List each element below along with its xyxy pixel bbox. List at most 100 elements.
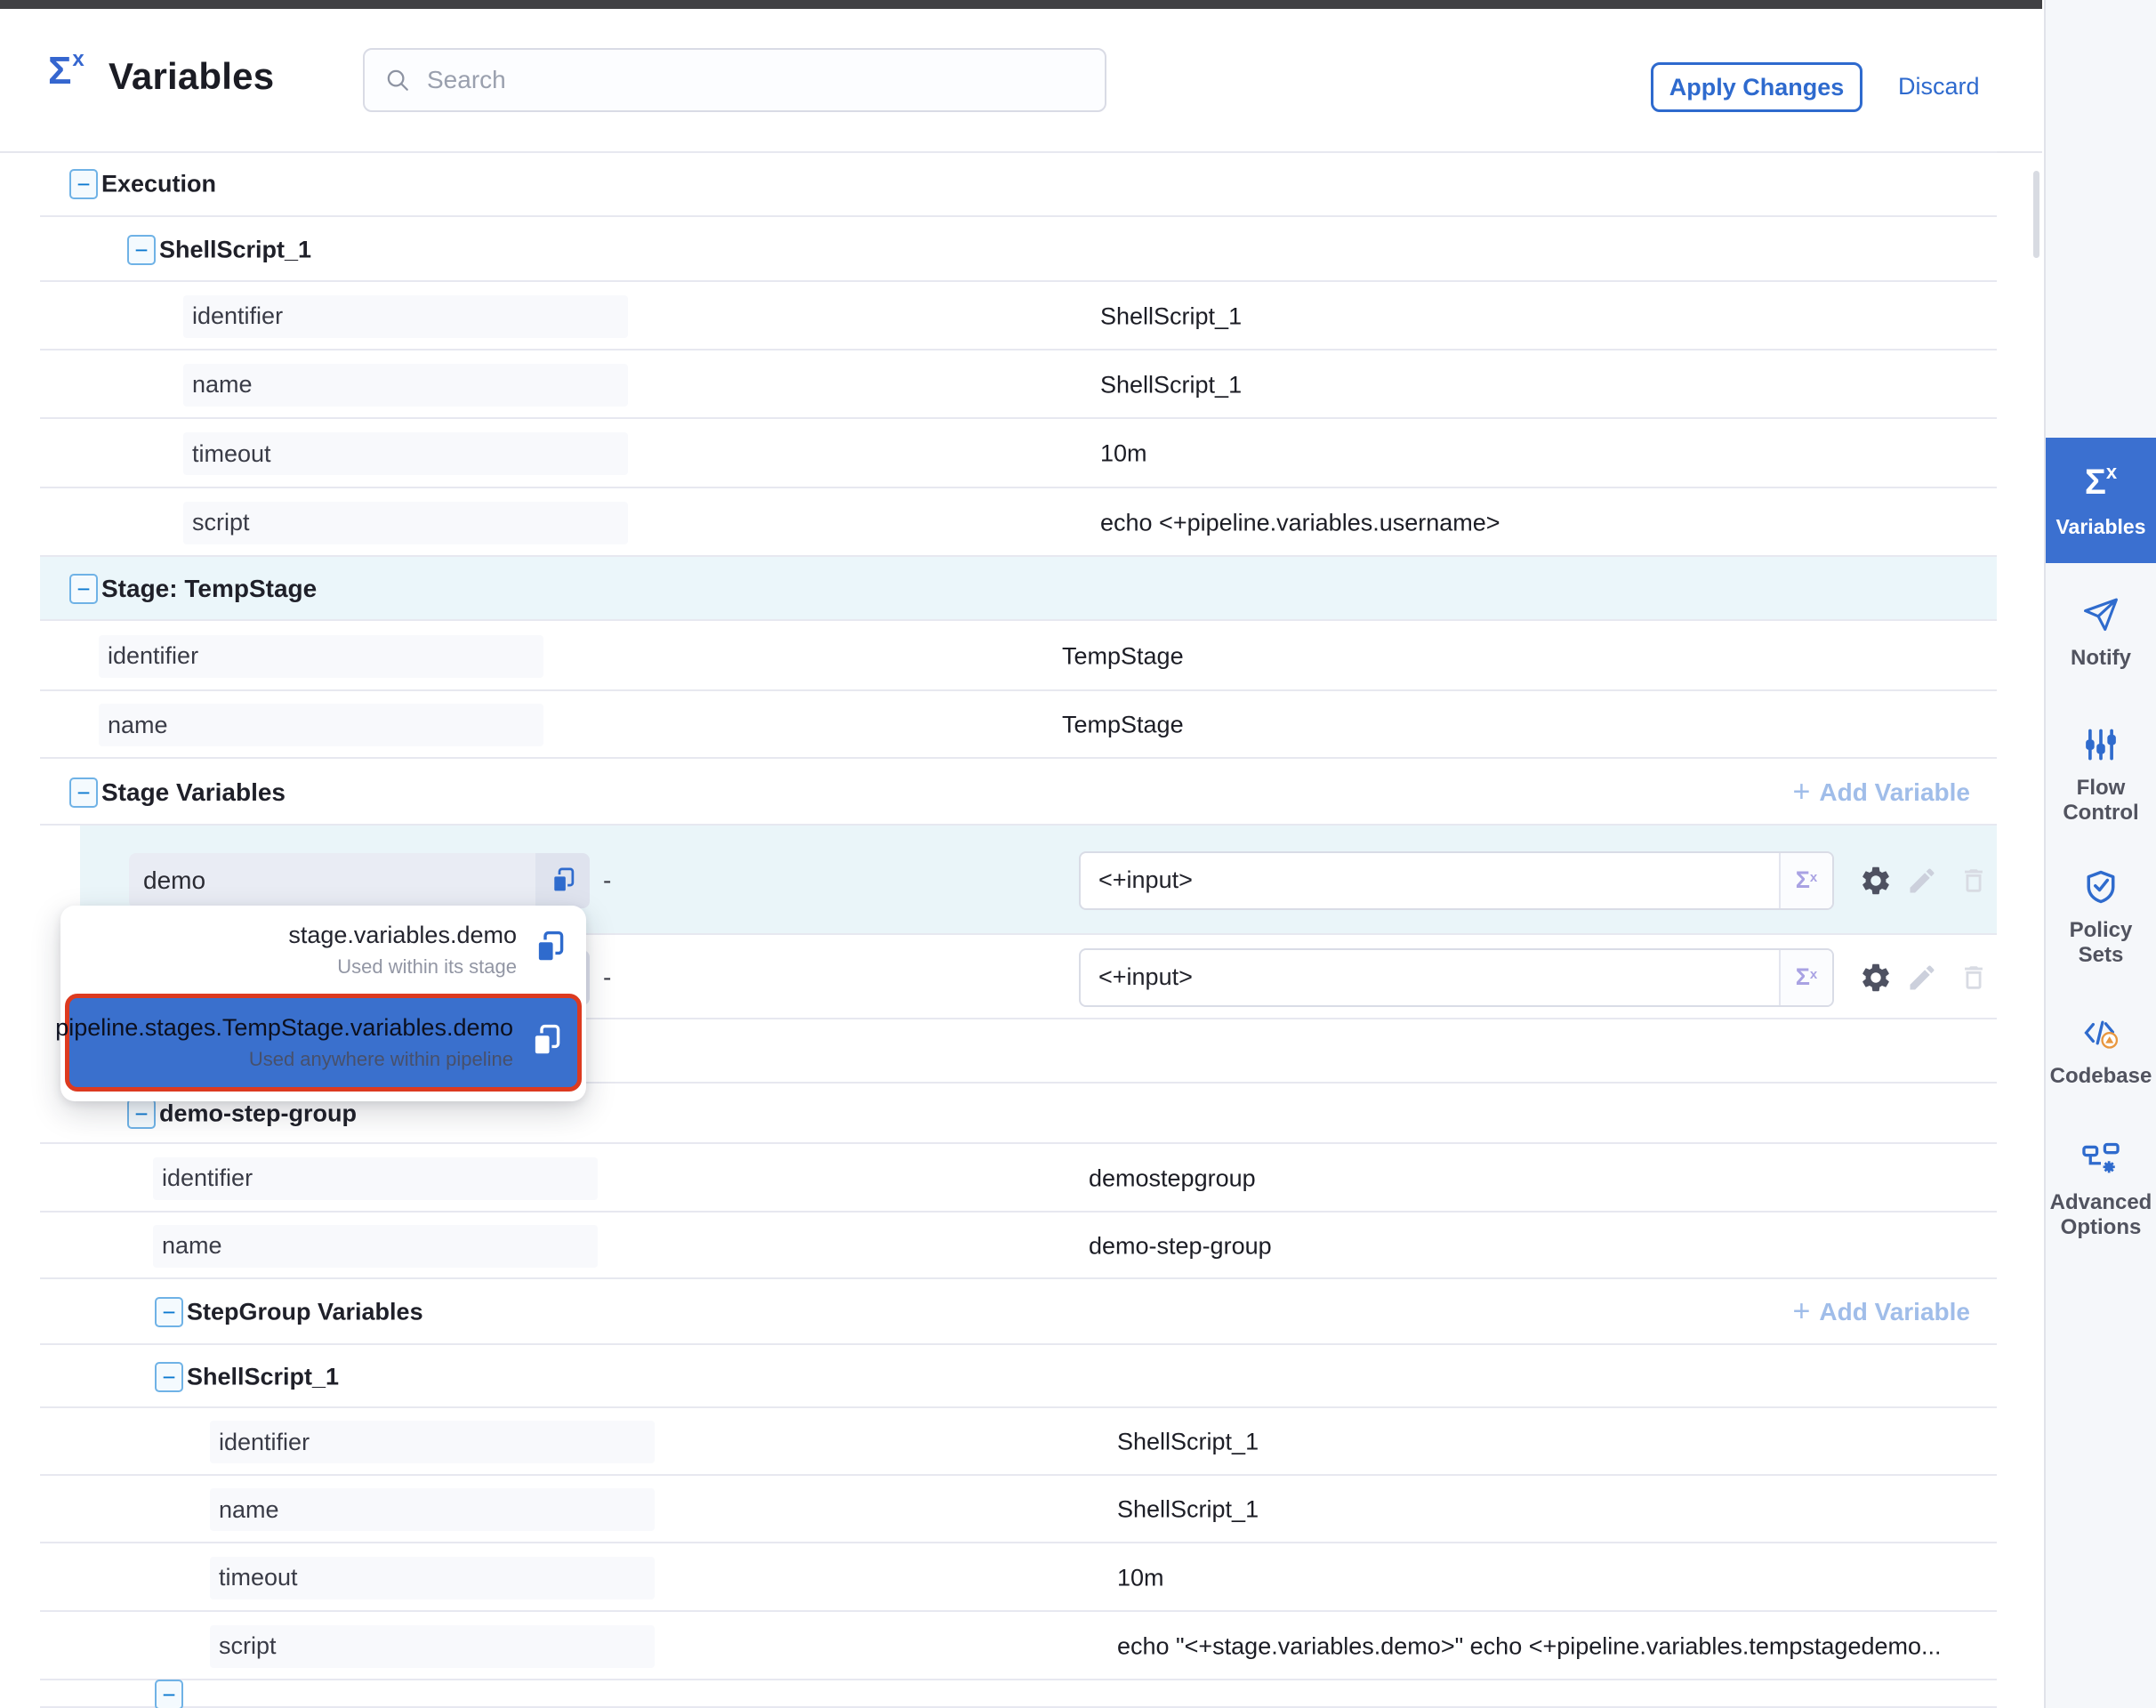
variable-name-pill[interactable]: demo — [129, 853, 590, 908]
variable-name: demo — [129, 853, 535, 908]
field-row-name: nameShellScript_1 — [0, 1476, 2042, 1543]
variables-sigma-icon: Σx — [48, 52, 84, 91]
variable-value-input[interactable]: <+input>Σx — [1079, 851, 1834, 910]
field-value: ShellScript_1 — [1117, 1429, 1989, 1456]
add-variable-button[interactable]: + Add Variable — [1793, 777, 1970, 808]
sidebar-tab-flow-control[interactable]: Flow Control — [2046, 724, 2156, 838]
sidebar-tab-label: Codebase — [2050, 1064, 2152, 1089]
expression-toggle-icon[interactable]: Σx — [1779, 853, 1832, 908]
section-label: Stage Variables — [101, 778, 286, 807]
field-value: ShellScript_1 — [1100, 371, 1989, 399]
expression-option-stage-scope[interactable]: stage.variables.demo Used within its sta… — [60, 906, 586, 994]
pipeline-variables-panel: Σx Variables Apply Changes Discard −Exec… — [0, 0, 2156, 1708]
section-label: Execution — [101, 171, 216, 198]
tree-section-execution: −Execution — [0, 151, 2042, 217]
settings-gear-icon[interactable] — [1855, 957, 1896, 998]
tree-section-shellscript-1: −ShellScript_1 — [0, 1345, 2042, 1408]
row-background — [40, 557, 1997, 621]
panel-header: Σx Variables Apply Changes Discard — [0, 9, 2042, 153]
field-value: TempStage — [1062, 712, 1989, 739]
collapse-minus-icon[interactable]: − — [155, 1362, 183, 1392]
add-variable-label: Add Variable — [1819, 1298, 1970, 1326]
collapse-minus-icon[interactable]: − — [69, 574, 98, 604]
field-label: timeout — [183, 432, 628, 475]
section-label: Stage: TempStage — [101, 575, 317, 603]
field-label: identifier — [210, 1421, 655, 1463]
sidebar-tab-codebase[interactable]: Codebase — [2046, 1012, 2156, 1112]
collapse-minus-icon[interactable]: − — [127, 235, 156, 265]
section-label: ShellScript_1 — [187, 1363, 339, 1390]
field-label: name — [183, 364, 628, 407]
expression-option-pipeline-scope[interactable]: pipeline.stages.TempStage.variables.demo… — [65, 994, 582, 1092]
tree-section-stage-variables: −Stage Variables + Add Variable — [0, 759, 2042, 826]
field-label: identifier — [99, 635, 543, 678]
field-row-script: script echo <+pipeline.variables.username… — [0, 488, 2042, 557]
flowchart-gear-icon — [2081, 1139, 2120, 1180]
apply-changes-button[interactable]: Apply Changes — [1651, 62, 1862, 112]
settings-gear-icon[interactable] — [1855, 860, 1896, 901]
search-input[interactable] — [425, 65, 1094, 95]
field-row-script: script echo "<+stage.variables.demo>" ech… — [0, 1612, 2042, 1680]
field-label: name — [153, 1225, 598, 1268]
field-value: 10m — [1117, 1564, 1989, 1591]
collapse-minus-icon[interactable]: − — [69, 169, 98, 199]
collapse-minus-icon[interactable]: − — [155, 1297, 183, 1327]
expression-scope-hint: Used within its stage — [337, 955, 517, 979]
table-row: − — [0, 1680, 2042, 1708]
edit-pencil-icon[interactable] — [1902, 957, 1943, 998]
code-warning-icon — [2081, 1012, 2120, 1053]
collapse-minus-icon[interactable]: − — [69, 777, 98, 808]
sidebar-tab-variables[interactable]: ΣxVariables — [2046, 438, 2156, 563]
delete-trash-icon[interactable] — [1953, 860, 1994, 901]
field-value: 10m — [1100, 440, 1989, 468]
copy-icon[interactable] — [533, 930, 567, 970]
field-label: script — [210, 1625, 655, 1668]
field-label: timeout — [210, 1557, 655, 1599]
tree-section-shellscript-1: −ShellScript_1 — [0, 217, 2042, 282]
edit-pencil-icon[interactable] — [1902, 860, 1943, 901]
sidebar-tab-label: Notify — [2071, 646, 2131, 671]
copy-icon[interactable] — [535, 853, 590, 908]
variable-value-text: <+input> — [1081, 853, 1779, 908]
add-variable-label: Add Variable — [1819, 778, 1970, 807]
discard-button[interactable]: Discard — [1898, 73, 1980, 101]
collapse-minus-icon[interactable]: − — [127, 1099, 156, 1129]
expression-scope-hint: Used anywhere within pipeline — [249, 1048, 513, 1071]
sidebar-tab-label: Flow Control — [2046, 776, 2156, 826]
variable-expression-popup: stage.variables.demo Used within its sta… — [60, 906, 586, 1101]
variable-value-input[interactable]: <+input>Σx — [1079, 948, 1834, 1007]
expression-toggle-icon[interactable]: Σx — [1779, 950, 1832, 1005]
expression-option-texts: pipeline.stages.TempStage.variables.demo… — [55, 1014, 513, 1071]
plus-icon: + — [1793, 777, 1811, 807]
sidebar-tab-label: Advanced Options — [2046, 1190, 2156, 1241]
expression-option-texts: stage.variables.demo Used within its sta… — [288, 922, 517, 979]
required-dash: - — [603, 866, 611, 895]
field-value: echo <+pipeline.variables.username> — [1100, 509, 1989, 536]
add-variable-button[interactable]: + Add Variable — [1793, 1297, 1970, 1327]
collapse-minus-icon[interactable]: − — [155, 1680, 183, 1708]
copy-icon[interactable] — [529, 1023, 563, 1063]
sidebar-tab-advanced-options[interactable]: Advanced Options — [2046, 1139, 2156, 1254]
shield-check-icon — [2081, 866, 2120, 907]
field-value: echo "<+stage.variables.demo>" echo <+pi… — [1117, 1632, 1989, 1660]
variable-value-text: <+input> — [1081, 950, 1779, 1005]
field-label: name — [99, 704, 543, 746]
required-dash: - — [603, 963, 611, 992]
delete-trash-icon[interactable] — [1953, 957, 1994, 998]
field-label: script — [183, 502, 628, 544]
plus-icon: + — [1793, 1296, 1811, 1326]
field-row-timeout: timeout 10m — [0, 419, 2042, 488]
field-value: ShellScript_1 — [1117, 1496, 1989, 1524]
field-row-name: name demo-step-group — [0, 1213, 2042, 1279]
sidebar-tab-policy-sets[interactable]: Policy Sets — [2046, 866, 2156, 980]
sidebar-tab-notify[interactable]: Notify — [2046, 594, 2156, 692]
field-label: identifier — [183, 295, 628, 338]
field-value: demo-step-group — [1089, 1232, 1989, 1260]
right-panel-tabs: ΣxVariables Notify Flow Control Policy Sets… — [2044, 0, 2156, 1708]
expression-path: stage.variables.demo — [288, 922, 517, 949]
field-value: demostepgroup — [1089, 1164, 1989, 1192]
field-row-identifier: identifier ShellScript_1 — [0, 1408, 2042, 1476]
field-row-name: name TempStage — [0, 691, 2042, 759]
row-background — [40, 1680, 1997, 1708]
row-background — [40, 217, 1997, 282]
